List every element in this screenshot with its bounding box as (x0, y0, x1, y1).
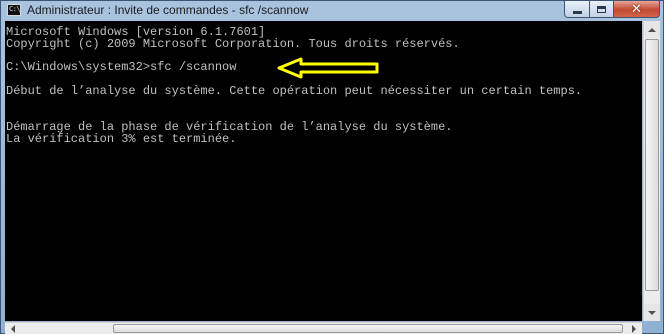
arrow-down-icon (648, 310, 656, 315)
vertical-scroll-thumb[interactable] (645, 39, 659, 291)
close-icon: ✕ (631, 1, 642, 17)
window-title: Administrateur : Invite de commandes - s… (27, 3, 309, 17)
console-line: Début de l’analyse du système. Cette opé… (6, 84, 583, 98)
horizontal-scroll-thumb[interactable] (113, 324, 623, 333)
minimize-button[interactable] (564, 1, 590, 18)
arrow-up-icon (648, 27, 656, 32)
scroll-right-button[interactable] (626, 323, 642, 334)
scroll-up-button[interactable] (644, 21, 660, 38)
command-line: C:\Windows\system32>sfc /scannow (6, 60, 237, 74)
arrow-right-icon (632, 324, 636, 333)
close-button[interactable]: ✕ (613, 1, 660, 18)
console-window: C:\ Administrateur : Invite de commandes… (0, 0, 664, 334)
yellow-arrow-icon (277, 57, 379, 79)
cmd-icon[interactable]: C:\ (7, 4, 21, 16)
scroll-left-button[interactable] (5, 323, 21, 334)
scroll-down-button[interactable] (644, 304, 660, 321)
horizontal-scrollbar[interactable] (5, 322, 642, 334)
title-bar[interactable]: C:\ Administrateur : Invite de commandes… (1, 1, 664, 20)
console-line: Copyright (c) 2009 Microsoft Corporation… (6, 37, 460, 51)
vertical-scrollbar[interactable] (643, 21, 660, 321)
progress-line: La vérification 3% est terminée. (6, 132, 237, 146)
maximize-button[interactable] (589, 1, 614, 18)
maximize-icon (597, 5, 606, 13)
minimize-icon (572, 10, 582, 14)
arrow-left-icon (11, 324, 15, 333)
